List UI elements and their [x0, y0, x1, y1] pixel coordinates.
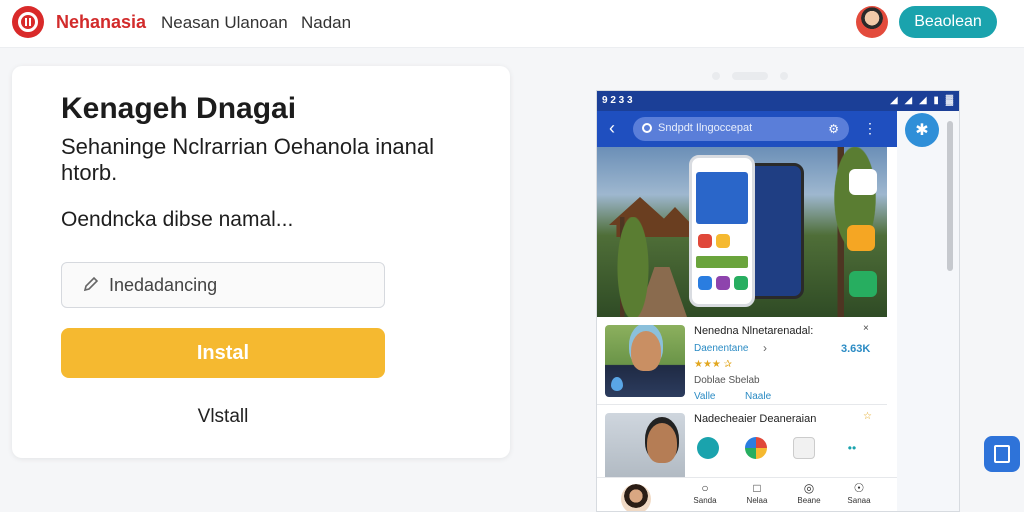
hero-banner-image	[597, 147, 887, 317]
person-icon: ☉	[853, 481, 865, 495]
item-tag[interactable]: Valle	[694, 391, 716, 402]
phone-search-text: Sndpdt Ilngoccepat	[658, 122, 753, 134]
search-icon	[642, 123, 652, 133]
chevron-right-icon[interactable]: ›	[763, 341, 767, 355]
header-action-button[interactable]: Beaolean	[899, 6, 997, 38]
folder-icon	[847, 225, 875, 251]
nav-tab-3[interactable]: ◎ Beane	[789, 480, 829, 505]
item-tag[interactable]: Naale	[745, 391, 771, 402]
search-input-text: Inedadancing	[109, 275, 218, 295]
list-item[interactable]: Nenedna Nlnetarenadal: Daenentane › ★★★ …	[597, 319, 887, 405]
brand-name[interactable]: Nehanasia	[56, 12, 146, 33]
install-card: Kenageh Dnagai Sehaninge Nclrarrian Oeha…	[12, 66, 510, 458]
leaf-icon[interactable]	[697, 437, 719, 459]
chat-icon: ◎	[803, 481, 815, 495]
bottom-navigation: ○ Sanda □ Nelaa ◎ Beane ☉ Sanaa	[597, 477, 897, 511]
scrollbar[interactable]	[947, 121, 953, 271]
item-price: 3.63K	[841, 343, 871, 355]
item-subtitle: Doblae Sbelab	[694, 375, 760, 386]
item-thumbnail	[605, 413, 685, 485]
accessibility-fab-icon[interactable]: ✱	[905, 113, 939, 147]
item-title: Nadecheaier Deaneraian	[694, 413, 817, 425]
item-title: Nenedna Nlnetarenadal:	[694, 325, 814, 337]
send-icon	[849, 271, 877, 297]
top-bar: Nehanasia Neasan Ulanoan Nadan Beaolean	[0, 0, 1024, 48]
brand-logo-icon[interactable]	[12, 6, 44, 38]
app-bar: ‹ Sndpdt Ilngoccepat ⚙ ⋮	[597, 111, 897, 147]
palm-left	[597, 217, 657, 317]
close-icon[interactable]: ×	[863, 323, 869, 334]
card-title: Kenageh Dnagai	[61, 92, 297, 125]
nav-tab-1[interactable]: ○ Sanda	[685, 480, 725, 505]
card-description: Sehaninge Nclrarrian Oehanola inanal hto…	[61, 134, 435, 185]
carousel-indicator	[712, 72, 792, 80]
more-vertical-icon[interactable]: ⋮	[863, 120, 877, 137]
mic-icon[interactable]: ⚙	[828, 122, 839, 136]
card-subtitle: Oendncka dibse namal...	[61, 208, 294, 231]
item-rating: ★★★ ✰	[694, 359, 733, 370]
secondary-install-link[interactable]: Vlstall	[61, 406, 385, 428]
pencil-icon	[83, 276, 99, 292]
nav-tab-2[interactable]: □ Nelaa	[737, 480, 777, 505]
home-icon: ○	[701, 481, 709, 495]
profile-avatar[interactable]	[621, 484, 651, 511]
status-time: 9 2 3 3	[602, 95, 633, 106]
nav-tab-4[interactable]: ☉ Sanaa	[839, 480, 879, 505]
nav-link-1[interactable]: Neasan Ulanoan	[161, 13, 288, 33]
phone-mockup: 9 2 3 3 ◢ ◢ ◢ ▮ ▓ ‹ Sndpdt Ilngoccepat ⚙…	[596, 90, 960, 512]
status-bar: 9 2 3 3 ◢ ◢ ◢ ▮ ▓	[597, 91, 959, 111]
drop-icon	[611, 377, 623, 391]
notification-icon[interactable]	[793, 437, 815, 459]
chrome-icon[interactable]	[745, 437, 767, 459]
status-icons: ◢ ◢ ◢ ▮ ▓	[890, 95, 955, 106]
phone-front-illustration	[689, 155, 755, 307]
user-avatar[interactable]	[856, 6, 888, 38]
item-thumbnail	[605, 325, 685, 397]
play-store-icon	[849, 169, 877, 195]
back-arrow-icon[interactable]: ‹	[609, 119, 615, 137]
clipboard-icon[interactable]	[984, 436, 1020, 472]
inbox-icon: □	[753, 481, 761, 495]
more-dots-icon[interactable]: ••	[841, 437, 863, 459]
install-button[interactable]: Instal	[61, 328, 385, 378]
search-input[interactable]: Inedadancing	[61, 262, 385, 308]
item-meta: Daenentane	[694, 343, 749, 354]
star-icon[interactable]: ☆	[863, 411, 872, 422]
nav-link-2[interactable]: Nadan	[301, 13, 351, 33]
phone-search-input[interactable]: Sndpdt Ilngoccepat ⚙	[633, 117, 849, 141]
